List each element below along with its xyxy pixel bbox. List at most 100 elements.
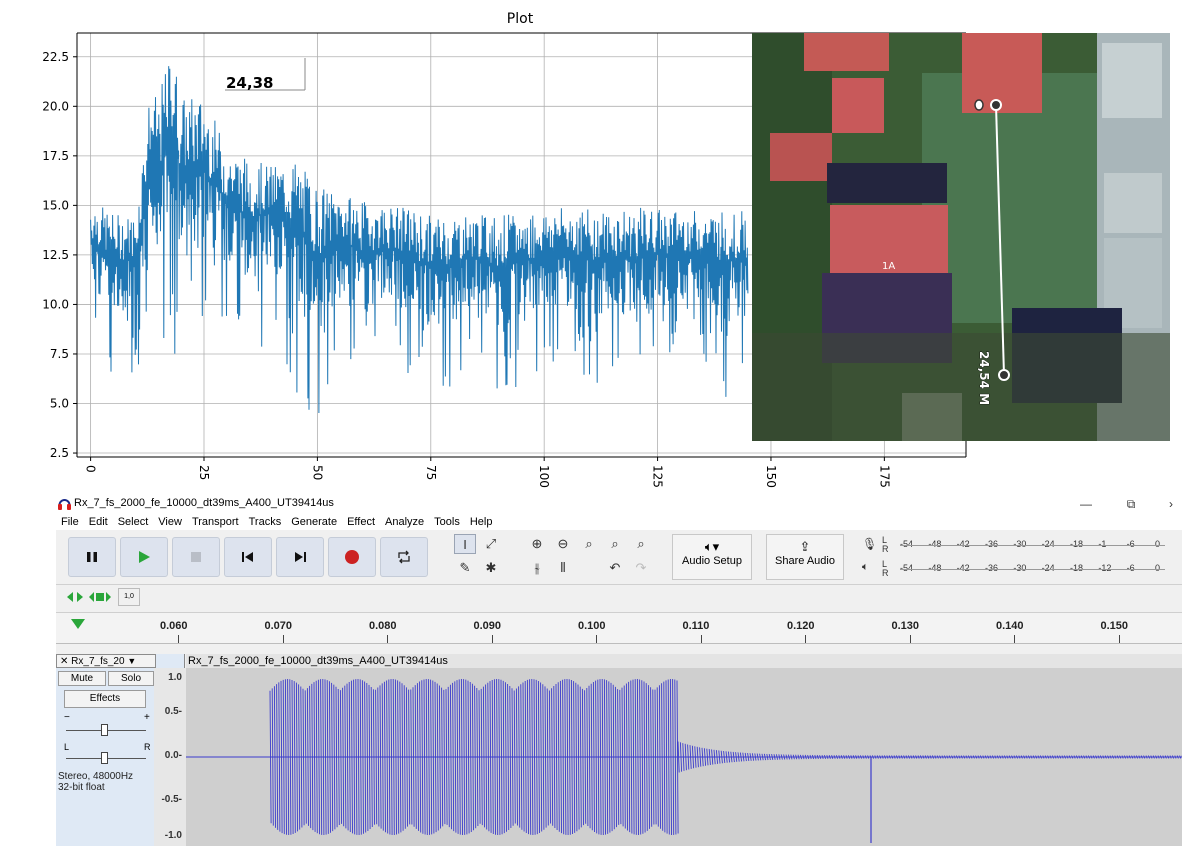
menu-transport[interactable]: Transport bbox=[187, 514, 244, 530]
ruler-tick bbox=[282, 635, 284, 643]
menu-tools[interactable]: Tools bbox=[429, 514, 465, 530]
y-tick-label: 22.5 bbox=[42, 50, 69, 64]
playback-meter[interactable]: 🔈︎ L R -54 -48 -42 -36 -30 -24 -18 -12 -6 0 bbox=[862, 559, 1182, 579]
map-building-label: 1A bbox=[882, 261, 895, 272]
draw-tool[interactable]: ✎ bbox=[454, 558, 476, 578]
meter-scale-label: -30 bbox=[1013, 539, 1027, 549]
stop-button[interactable] bbox=[172, 537, 220, 577]
y-tick-label: 7.5 bbox=[50, 347, 69, 361]
meter-scale-label: -24 bbox=[1041, 539, 1055, 549]
fit-project-icon: ⌕ bbox=[611, 536, 619, 551]
menu-edit[interactable]: Edit bbox=[84, 514, 113, 530]
ruler-tick bbox=[805, 635, 806, 643]
multi-tool[interactable]: ✱ bbox=[480, 558, 502, 578]
pan-right-label: R bbox=[144, 742, 151, 752]
map-roof-red-4 bbox=[770, 133, 832, 181]
undo-icon: ↶ bbox=[609, 560, 621, 575]
audacity-headphones-icon bbox=[58, 497, 71, 510]
loop-button[interactable] bbox=[380, 537, 428, 577]
menu-tracks[interactable]: Tracks bbox=[244, 514, 287, 530]
fit-selection-icon: ⌕ bbox=[585, 536, 593, 551]
track-name-menu[interactable]: ✕ Rx_7_fs_20 ▼ bbox=[56, 654, 156, 668]
y-tick-label: 10.0 bbox=[42, 297, 69, 311]
plot-series bbox=[90, 66, 749, 414]
select-tool[interactable]: I bbox=[454, 534, 476, 554]
menu-generate[interactable]: Generate bbox=[286, 514, 342, 530]
envelope-tool[interactable]: ⤢ bbox=[480, 534, 502, 554]
meter-scale-label: -1 bbox=[1098, 539, 1107, 549]
clip-title-bar[interactable]: Rx_7_fs_2000_fe_10000_dt39ms_A400_UT3941… bbox=[186, 654, 1182, 668]
skip-to-start-button[interactable] bbox=[224, 537, 272, 577]
mute-button[interactable]: Mute bbox=[58, 671, 106, 686]
silence-icon: ⫴ bbox=[560, 560, 566, 575]
skip-start-icon bbox=[242, 552, 253, 562]
skip-to-end-button[interactable] bbox=[276, 537, 324, 577]
share-audio-button[interactable]: ⇪ Share Audio bbox=[766, 534, 844, 580]
zoom-in-button[interactable]: ⊕ bbox=[526, 534, 548, 554]
solo-button[interactable]: Solo bbox=[108, 671, 154, 686]
pause-icon bbox=[87, 552, 97, 562]
menu-analyze[interactable]: Analyze bbox=[380, 514, 429, 530]
meter-scale-label: -48 bbox=[928, 539, 942, 549]
meter-scale-label: -18 bbox=[1070, 539, 1084, 549]
meter-scale-label: 0 bbox=[1155, 539, 1161, 549]
meter-scale-label: -42 bbox=[956, 563, 970, 573]
record-meter[interactable]: 🎙︎ L R -54 -48 -42 -36 -30 -24 -18 -1 -6 0 bbox=[862, 535, 1182, 555]
playback-speaker-icon: 🔈︎ bbox=[862, 561, 869, 573]
ruler-tick bbox=[1014, 635, 1015, 643]
fit-project-button[interactable]: ⌕ bbox=[604, 534, 626, 554]
undo-button[interactable]: ↶ bbox=[604, 558, 626, 578]
ruler-tick bbox=[387, 635, 388, 643]
track-info: Stereo, 48000Hz 32-bit float bbox=[58, 771, 133, 793]
play-button[interactable] bbox=[120, 537, 168, 577]
measure-start-marker bbox=[974, 99, 984, 111]
audio-setup-button[interactable]: 🔈︎▾ Audio Setup bbox=[672, 534, 752, 580]
menu-view[interactable]: View bbox=[153, 514, 187, 530]
menu-select[interactable]: Select bbox=[113, 514, 154, 530]
map-roof-red-2 bbox=[962, 33, 1042, 113]
effects-button[interactable]: Effects bbox=[64, 690, 146, 708]
close-button[interactable]: › bbox=[1156, 494, 1182, 514]
waveform-area[interactable]: 1.0 0.5- 0.0- -0.5- -1.0 Rx_7_fs_2000_fe… bbox=[154, 654, 1182, 846]
track-close-icon[interactable]: ✕ bbox=[60, 656, 68, 667]
speed-slider-icon[interactable] bbox=[88, 590, 112, 604]
speed-value-icon[interactable]: 1,0 bbox=[118, 588, 140, 606]
map-roof-right-2 bbox=[1104, 173, 1162, 233]
y-tick-label: 20.0 bbox=[42, 99, 69, 113]
redo-button[interactable]: ↷ bbox=[630, 558, 652, 578]
spectrum-line bbox=[90, 66, 749, 414]
ruler-tick-label: 0.060 bbox=[160, 620, 188, 632]
trim-button[interactable]: ⫳ bbox=[526, 558, 548, 578]
fit-selection-button[interactable]: ⌕ bbox=[578, 534, 600, 554]
silence-button[interactable]: ⫴ bbox=[552, 558, 574, 578]
measure-start-point[interactable] bbox=[990, 99, 1002, 111]
share-audio-label: Share Audio bbox=[775, 555, 835, 567]
vertical-scale[interactable]: 1.0 0.5- 0.0- -0.5- -1.0 bbox=[154, 668, 186, 846]
pan-slider-handle[interactable] bbox=[101, 752, 108, 764]
restore-button[interactable]: ⧉ bbox=[1116, 494, 1146, 514]
ruler-tick-label: 0.150 bbox=[1100, 620, 1129, 632]
meter-scale-label: -24 bbox=[1041, 563, 1055, 573]
x-tick-label: 0 bbox=[84, 465, 98, 473]
minimize-button[interactable]: — bbox=[1071, 494, 1101, 514]
satellite-map: 1A 24,54 M bbox=[752, 33, 1170, 441]
ruler-tick bbox=[1118, 635, 1120, 643]
pause-button[interactable] bbox=[68, 537, 116, 577]
meter-scale-label: -54 bbox=[900, 539, 914, 549]
vscale-zero: 0.0- bbox=[164, 750, 182, 761]
menu-help[interactable]: Help bbox=[465, 514, 498, 530]
vscale-bottom: -1.0 bbox=[164, 830, 182, 841]
loop-icon bbox=[398, 550, 410, 564]
play-at-speed-icon[interactable] bbox=[66, 590, 84, 604]
timeline-ruler[interactable]: 0.060 0.070 0.080 0.090 0.100 0.110 0.120 0.130… bbox=[56, 612, 1182, 644]
menu-file[interactable]: File bbox=[56, 514, 84, 530]
measure-distance-label: 24,54 M bbox=[977, 351, 991, 405]
record-button[interactable] bbox=[328, 537, 376, 577]
track-menu-chevron-icon: ▼ bbox=[127, 656, 137, 666]
ruler-tick bbox=[700, 635, 702, 643]
zoom-out-button[interactable]: ⊖ bbox=[552, 534, 574, 554]
zoom-toggle-button[interactable]: ⌕ bbox=[630, 534, 652, 554]
measure-end-point[interactable] bbox=[998, 369, 1010, 381]
gain-slider-handle[interactable] bbox=[101, 724, 108, 736]
menu-effect[interactable]: Effect bbox=[342, 514, 380, 530]
